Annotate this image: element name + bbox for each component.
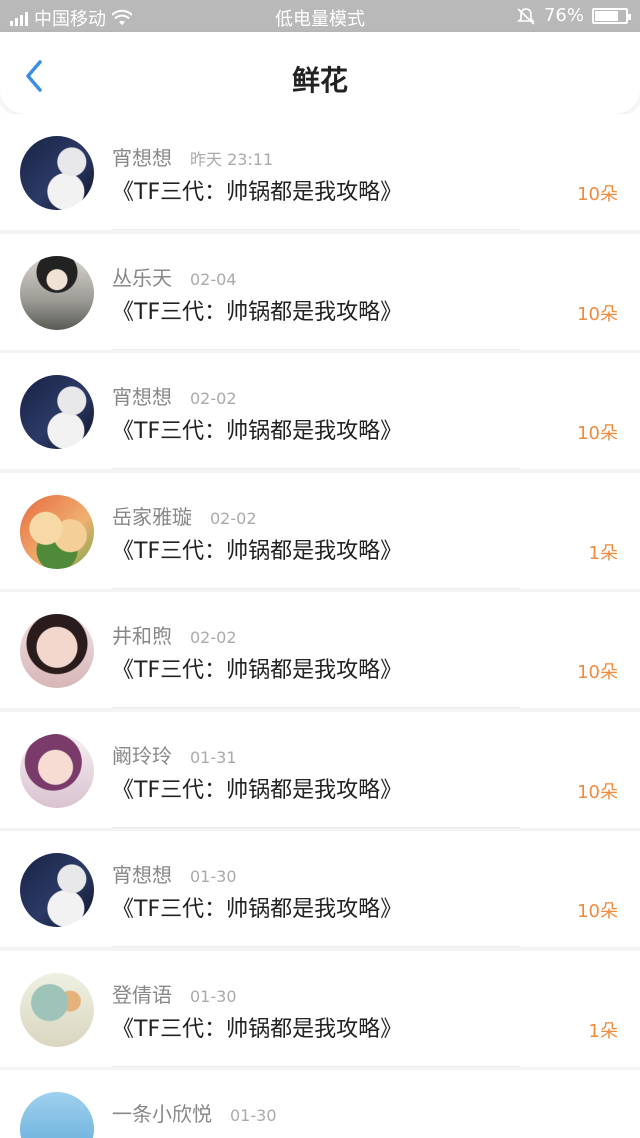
timestamp: 02-04 bbox=[190, 269, 237, 289]
status-bar: 中国移动 低电量模式 76% bbox=[0, 0, 640, 32]
timestamp: 昨天 23:11 bbox=[190, 150, 274, 169]
avatar[interactable] bbox=[20, 1092, 94, 1138]
list-item[interactable]: 登倩语 01-30 《TF三代：帅锅都是我攻略》 1朵 bbox=[0, 950, 640, 1067]
item-meta: 登倩语 01-30 bbox=[112, 979, 237, 1008]
book-title[interactable]: 《TF三代：帅锅都是我攻略》 bbox=[112, 294, 402, 326]
flower-count: 10朵 bbox=[577, 303, 618, 325]
timestamp: 01-30 bbox=[190, 986, 237, 1006]
timestamp: 02-02 bbox=[190, 628, 237, 647]
item-meta: 宵想想 02-02 bbox=[112, 381, 237, 410]
item-meta: 宵想想 昨天 23:11 bbox=[112, 142, 273, 171]
username[interactable]: 一条小欣悦 bbox=[112, 1098, 212, 1127]
list-item[interactable]: 岳家雅璇 02-02 《TF三代：帅锅都是我攻略》 1朵 bbox=[0, 472, 640, 589]
item-meta: 宵想想 01-30 bbox=[112, 859, 237, 888]
flower-count: 10朵 bbox=[577, 901, 618, 922]
book-title[interactable]: 《TF三代：帅锅都是我攻略》 bbox=[112, 652, 402, 684]
flower-count: 10朵 bbox=[577, 184, 618, 205]
flower-count: 10朵 bbox=[577, 662, 618, 683]
username[interactable]: 宵想想 bbox=[112, 859, 172, 888]
username[interactable]: 丛乐天 bbox=[112, 262, 172, 291]
username[interactable]: 岳家雅璇 bbox=[112, 501, 192, 530]
avatar[interactable] bbox=[20, 136, 94, 210]
bell-mute-icon bbox=[517, 7, 535, 25]
username[interactable]: 登倩语 bbox=[112, 979, 172, 1008]
page-title: 鲜花 bbox=[291, 64, 348, 97]
divider bbox=[112, 707, 520, 708]
list-item[interactable]: 宵想想 02-02 《TF三代：帅锅都是我攻略》 10朵 bbox=[0, 353, 640, 469]
navigation-bar: 鲜花 bbox=[0, 32, 640, 114]
timestamp: 02-02 bbox=[210, 508, 257, 528]
status-right: 76% bbox=[516, 5, 631, 26]
list-item[interactable]: 井和煦 02-02 《TF三代：帅锅都是我攻略》 10朵 bbox=[0, 592, 640, 708]
battery-percent: 76% bbox=[543, 5, 584, 26]
flower-gift-list[interactable]: 宵想想 昨天 23:11 《TF三代：帅锅都是我攻略》 10朵 丛乐天 02-04 《TF三… bbox=[0, 114, 640, 1138]
avatar[interactable] bbox=[20, 375, 94, 449]
divider bbox=[112, 229, 520, 230]
timestamp: 01-30 bbox=[230, 1106, 277, 1125]
book-title[interactable]: 《TF三代：帅锅都是我攻略》 bbox=[112, 533, 402, 565]
book-title[interactable]: 《TF三代：帅锅都是我攻略》 bbox=[112, 1011, 402, 1043]
divider bbox=[112, 946, 520, 947]
list-item[interactable]: 宵想想 01-30 《TF三代：帅锅都是我攻略》 10朵 bbox=[0, 831, 640, 947]
timestamp: 02-02 bbox=[190, 389, 237, 408]
list-item[interactable]: 丛乐天 02-04 《TF三代：帅锅都是我攻略》 10朵 bbox=[0, 233, 640, 350]
book-title[interactable]: 《TF三代：帅锅都是我攻略》 bbox=[112, 772, 402, 804]
divider bbox=[112, 348, 520, 350]
divider bbox=[112, 587, 520, 589]
flower-count: 10朵 bbox=[577, 423, 618, 444]
battery-fill bbox=[595, 10, 618, 21]
book-title[interactable]: 《TF三代：帅锅都是我攻略》 bbox=[112, 413, 402, 445]
book-title[interactable]: 《TF三代：帅锅都是我攻略》 bbox=[112, 174, 402, 206]
avatar[interactable] bbox=[20, 972, 94, 1047]
username[interactable]: 宵想想 bbox=[112, 381, 172, 410]
divider bbox=[112, 1065, 520, 1067]
avatar[interactable] bbox=[20, 494, 94, 569]
item-meta: 阚玲玲 01-31 bbox=[112, 740, 237, 769]
avatar[interactable] bbox=[20, 853, 94, 927]
item-meta: 一条小欣悦 01-30 bbox=[112, 1098, 277, 1127]
item-meta: 岳家雅璇 02-02 bbox=[112, 501, 257, 530]
avatar[interactable] bbox=[20, 733, 94, 808]
item-meta: 丛乐天 02-04 bbox=[112, 262, 237, 291]
list-item[interactable]: 阚玲玲 01-31 《TF三代：帅锅都是我攻略》 10朵 bbox=[0, 711, 640, 828]
flower-count: 1朵 bbox=[588, 1020, 618, 1042]
timestamp: 01-30 bbox=[190, 867, 237, 886]
avatar[interactable] bbox=[20, 255, 94, 330]
list-item[interactable]: 宵想想 昨天 23:11 《TF三代：帅锅都是我攻略》 10朵 bbox=[0, 114, 640, 230]
list-item[interactable]: 一条小欣悦 01-30 bbox=[0, 1070, 640, 1138]
flower-count: 10朵 bbox=[577, 781, 618, 803]
book-title[interactable]: 《TF三代：帅锅都是我攻略》 bbox=[112, 891, 402, 923]
username[interactable]: 井和煦 bbox=[112, 620, 172, 649]
divider bbox=[112, 468, 520, 469]
flower-count: 1朵 bbox=[588, 542, 618, 564]
item-meta: 井和煦 02-02 bbox=[112, 620, 237, 649]
username[interactable]: 宵想想 bbox=[112, 142, 172, 171]
battery-icon bbox=[592, 7, 631, 24]
username[interactable]: 阚玲玲 bbox=[112, 740, 172, 769]
avatar[interactable] bbox=[20, 614, 94, 688]
timestamp: 01-31 bbox=[190, 747, 237, 767]
divider bbox=[112, 826, 520, 828]
